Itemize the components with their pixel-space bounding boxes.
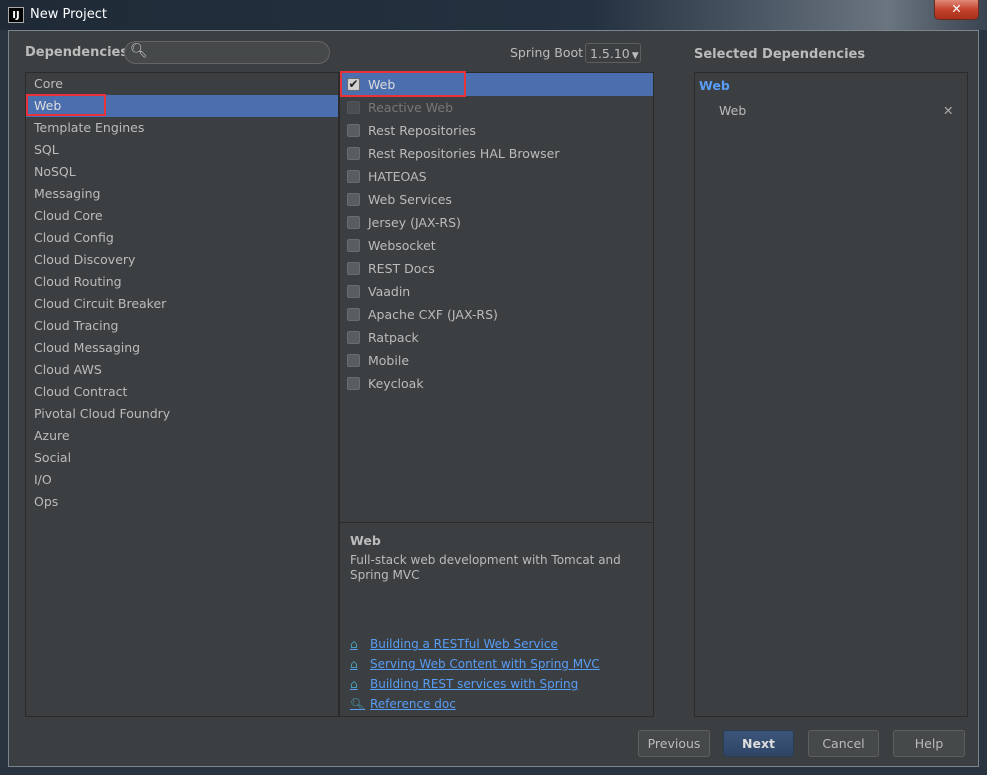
category-item[interactable]: SQL (26, 139, 338, 161)
dependencies-heading: Dependencies (25, 45, 129, 60)
checkbox[interactable] (347, 124, 360, 137)
close-button[interactable]: ✕ (934, 0, 979, 20)
category-item[interactable]: NoSQL (26, 161, 338, 183)
category-item[interactable]: Cloud Messaging (26, 337, 338, 359)
intellij-logo-icon: IJ (8, 7, 24, 23)
dependency-label: Rest Repositories (368, 123, 476, 138)
highlight-web-dependency (340, 71, 466, 97)
selected-item: Web (719, 103, 747, 118)
dependency-item[interactable]: Ratpack (340, 326, 653, 349)
guide-link[interactable]: ⌂ Building REST services with Spring (350, 674, 600, 694)
dependency-label: Ratpack (368, 330, 419, 345)
category-list: Core Web Template Engines SQL NoSQL Messaging… (25, 72, 339, 717)
checkbox[interactable] (347, 354, 360, 367)
dependency-item[interactable]: Rest Repositories (340, 119, 653, 142)
dependency-label: Keycloak (368, 376, 424, 391)
category-item[interactable]: Social (26, 447, 338, 469)
dependency-list: ✔ Web Reactive Web Rest Repositories Rest Re… (339, 72, 654, 523)
guide-link[interactable]: 🔍︎ Reference doc (350, 694, 600, 714)
description-text: Full-stack web development with Tomcat a… (350, 553, 621, 582)
checkbox[interactable] (347, 308, 360, 321)
description-title: Web (350, 533, 381, 548)
search-icon: 🔍︎ (130, 43, 148, 59)
link-label: Building REST services with Spring (370, 677, 579, 691)
reference-icon: 🔍︎ (350, 697, 366, 711)
category-item[interactable]: Template Engines (26, 117, 338, 139)
dependency-item[interactable]: Rest Repositories HAL Browser (340, 142, 653, 165)
guide-icon: ⌂ (350, 657, 358, 671)
next-button[interactable]: Next (723, 730, 794, 757)
category-item[interactable]: I/O (26, 469, 338, 491)
checkbox[interactable] (347, 377, 360, 390)
window-title: New Project (30, 7, 107, 22)
chevron-down-icon: ▼ (631, 51, 639, 61)
dependency-item[interactable]: Keycloak (340, 372, 653, 395)
category-item[interactable]: Cloud AWS (26, 359, 338, 381)
spring-boot-label: Spring Boot (510, 45, 584, 60)
dependency-label: Apache CXF (JAX-RS) (368, 307, 498, 322)
dependency-label: Jersey (JAX-RS) (368, 215, 461, 230)
category-item[interactable]: Azure (26, 425, 338, 447)
category-item[interactable]: Cloud Circuit Breaker (26, 293, 338, 315)
guide-link[interactable]: ⌂ Serving Web Content with Spring MVC (350, 654, 600, 674)
category-item[interactable]: Cloud Contract (26, 381, 338, 403)
guide-icon: ⌂ (350, 637, 358, 651)
dependency-item[interactable]: Web Services (340, 188, 653, 211)
link-label: Building a RESTful Web Service (370, 637, 558, 651)
link-label: Serving Web Content with Spring MVC (370, 657, 600, 671)
dependency-label: Rest Repositories HAL Browser (368, 146, 560, 161)
description-panel: Web Full-stack web development with Tomc… (339, 522, 654, 717)
checkbox[interactable] (347, 331, 360, 344)
dependency-label: Vaadin (368, 284, 411, 299)
category-item[interactable]: Core (26, 73, 338, 95)
category-item[interactable]: Pivotal Cloud Foundry (26, 403, 338, 425)
remove-icon[interactable]: ✕ (943, 103, 953, 118)
checkbox[interactable] (347, 170, 360, 183)
dependency-item[interactable]: Websocket (340, 234, 653, 257)
help-button[interactable]: Help (893, 730, 965, 757)
category-item[interactable]: Cloud Config (26, 227, 338, 249)
new-project-dialog: Dependencies 🔍︎ Spring Boot 1.5.10 ▼ Core… (8, 30, 979, 767)
category-item[interactable]: Cloud Discovery (26, 249, 338, 271)
dependency-item[interactable]: Mobile (340, 349, 653, 372)
spring-boot-version-select[interactable]: 1.5.10 ▼ (585, 43, 641, 63)
dependency-item[interactable]: REST Docs (340, 257, 653, 280)
selected-dependencies-panel: Web Web ✕ (694, 72, 968, 717)
checkbox[interactable] (347, 216, 360, 229)
category-item[interactable]: Ops (26, 491, 338, 513)
selected-dependencies-heading: Selected Dependencies (694, 47, 866, 62)
dependency-label: REST Docs (368, 261, 435, 276)
cancel-button[interactable]: Cancel (808, 730, 879, 757)
guide-icon: ⌂ (350, 677, 358, 691)
dependency-item[interactable]: Jersey (JAX-RS) (340, 211, 653, 234)
checkbox[interactable] (347, 262, 360, 275)
category-item[interactable]: Cloud Core (26, 205, 338, 227)
checkbox[interactable] (347, 147, 360, 160)
highlight-web-category (26, 94, 106, 116)
dependency-item[interactable]: Vaadin (340, 280, 653, 303)
guide-link[interactable]: ⌂ Building a RESTful Web Service (350, 634, 600, 654)
dependency-label: Web Services (368, 192, 452, 207)
spring-boot-version: 1.5.10 (590, 46, 630, 61)
checkbox[interactable] (347, 101, 360, 114)
selected-group: Web (699, 78, 730, 93)
link-label: Reference doc (370, 697, 456, 711)
checkbox[interactable] (347, 239, 360, 252)
dependency-label: HATEOAS (368, 169, 427, 184)
checkbox[interactable] (347, 193, 360, 206)
category-item[interactable]: Messaging (26, 183, 338, 205)
category-item[interactable]: Cloud Tracing (26, 315, 338, 337)
dependency-label: Websocket (368, 238, 436, 253)
dependency-item[interactable]: Apache CXF (JAX-RS) (340, 303, 653, 326)
dependency-label: Mobile (368, 353, 410, 368)
dependency-item[interactable]: HATEOAS (340, 165, 653, 188)
title-bar: IJ New Project ✕ (0, 0, 987, 30)
checkbox[interactable] (347, 285, 360, 298)
previous-button[interactable]: Previous (638, 730, 710, 757)
category-item[interactable]: Cloud Routing (26, 271, 338, 293)
search-input[interactable]: 🔍︎ (124, 41, 330, 64)
dependency-label: Reactive Web (368, 100, 454, 115)
dependency-item[interactable]: Reactive Web (340, 96, 653, 119)
